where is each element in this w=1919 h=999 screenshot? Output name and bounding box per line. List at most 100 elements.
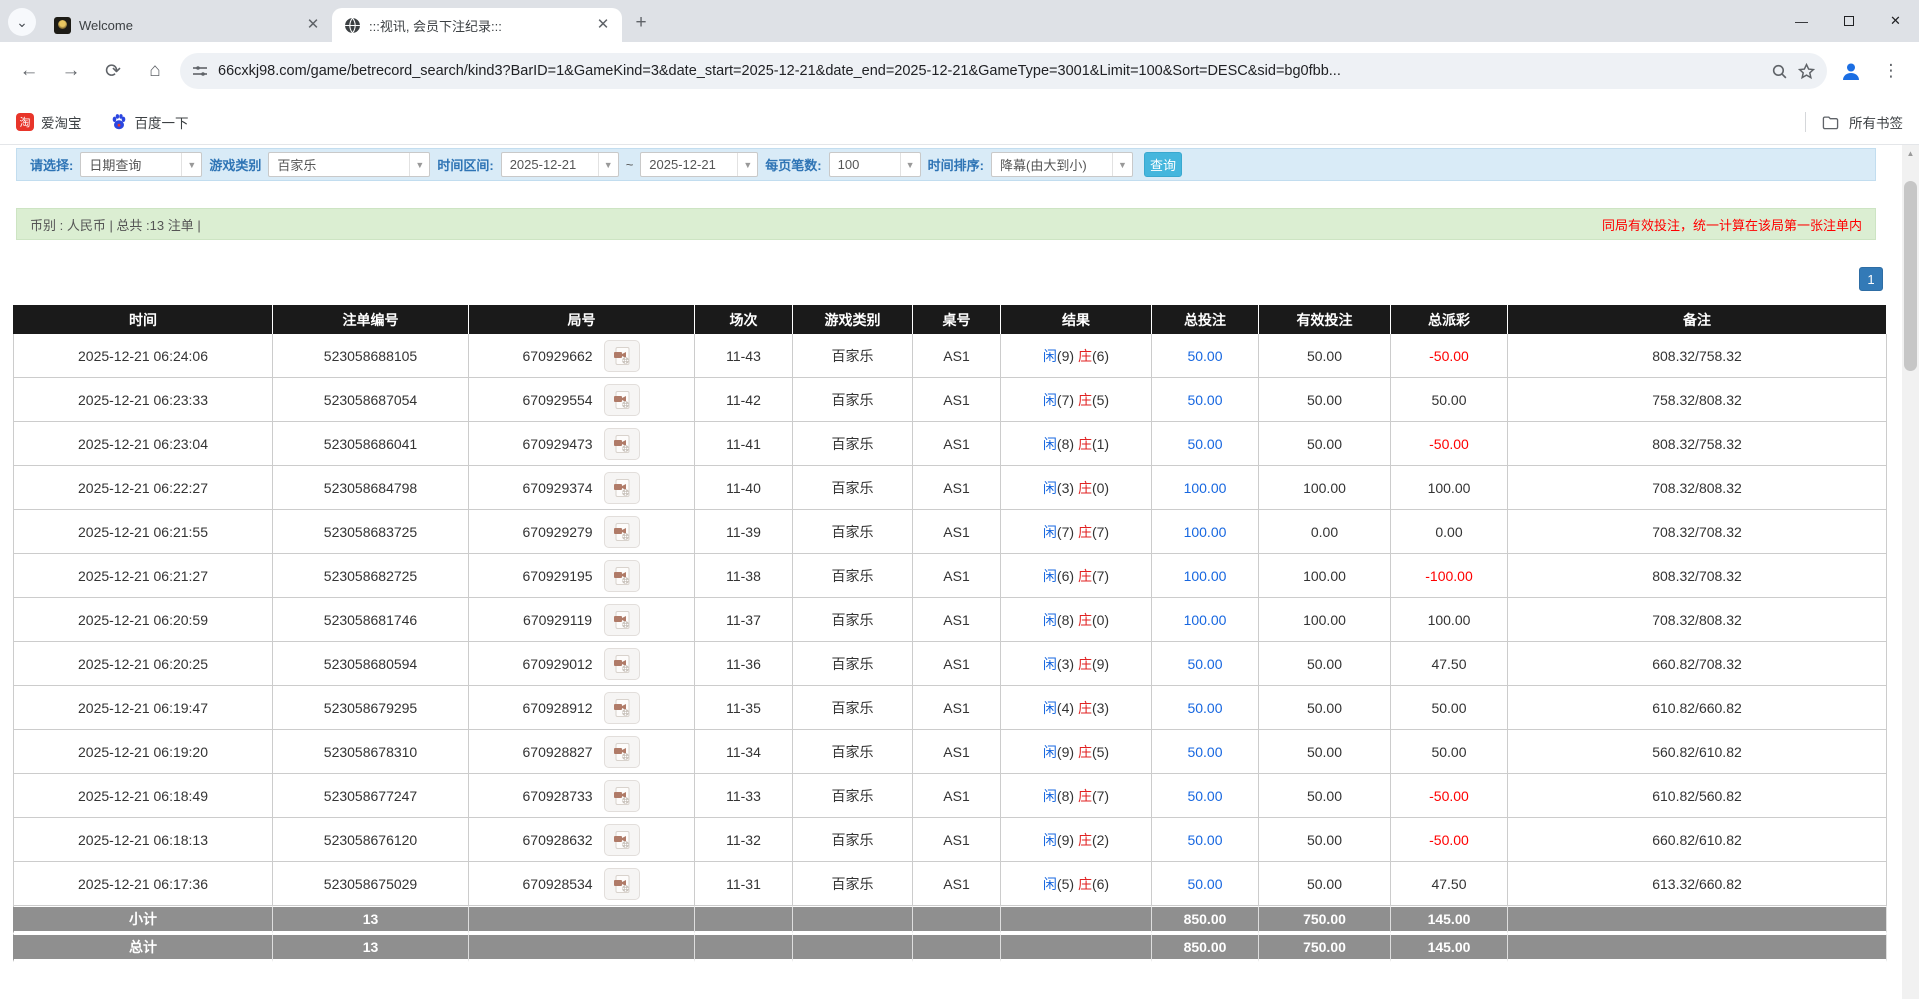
back-button[interactable]: ← <box>12 54 46 88</box>
page-size-value: 100 <box>838 157 894 172</box>
cell-note: 610.82/560.82 <box>1508 774 1887 818</box>
cell-valid-bet: 50.00 <box>1259 862 1391 906</box>
player-score: (9) <box>1057 348 1074 364</box>
page-size-select[interactable]: 100 ▼ <box>829 152 921 177</box>
video-replay-icon <box>612 346 632 366</box>
reload-button[interactable]: ⟳ <box>96 54 130 88</box>
home-button[interactable]: ⌂ <box>138 54 172 88</box>
cell-result[interactable]: 闲(7) 庄(5) <box>1001 378 1152 422</box>
cell-result[interactable]: 闲(9) 庄(2) <box>1001 818 1152 862</box>
total-total-bet: 850.00 <box>1152 934 1259 962</box>
new-tab-button[interactable]: + <box>626 8 656 38</box>
cell-total-bet[interactable]: 100.00 <box>1152 510 1259 554</box>
round-number: 670929119 <box>523 612 592 628</box>
bookmark-taobao[interactable]: 淘 爱淘宝 <box>16 112 82 132</box>
video-replay-icon <box>612 390 632 410</box>
cell-total-bet[interactable]: 50.00 <box>1152 378 1259 422</box>
video-replay-button[interactable] <box>604 824 640 856</box>
game-category-select[interactable]: 百家乐 ▼ <box>268 152 430 177</box>
all-bookmarks[interactable]: 所有书签 <box>1805 112 1903 132</box>
empty-cell <box>1508 934 1887 962</box>
video-replay-button[interactable] <box>604 604 640 636</box>
forward-button[interactable]: → <box>54 54 88 88</box>
banker-result: 庄 <box>1078 436 1092 452</box>
video-replay-button[interactable] <box>604 868 640 900</box>
video-replay-button[interactable] <box>604 472 640 504</box>
video-replay-button[interactable] <box>604 736 640 768</box>
cell-result[interactable]: 闲(4) 庄(3) <box>1001 686 1152 730</box>
video-replay-button[interactable] <box>604 560 640 592</box>
page-scrollbar[interactable]: ▲ <box>1902 145 1919 999</box>
query-mode-select[interactable]: 日期查询 ▼ <box>80 152 202 177</box>
time-sort-select[interactable]: 降幕(由大到小) ▼ <box>991 152 1133 177</box>
browser-menu-icon[interactable]: ⋮ <box>1875 55 1907 87</box>
column-header: 结果 <box>1001 305 1152 334</box>
close-window-button[interactable]: ✕ <box>1872 0 1919 42</box>
cell-total-bet[interactable]: 100.00 <box>1152 466 1259 510</box>
cell-total-bet[interactable]: 50.00 <box>1152 686 1259 730</box>
cell-total-bet[interactable]: 50.00 <box>1152 818 1259 862</box>
bookmark-baidu[interactable]: 百度一下 <box>110 112 189 132</box>
site-info-icon[interactable] <box>192 63 208 79</box>
profile-avatar-icon[interactable] <box>1835 55 1867 87</box>
date-end-select[interactable]: 2025-12-21 ▼ <box>640 152 758 177</box>
subtotal-count: 13 <box>273 906 469 934</box>
cell-total-bet[interactable]: 50.00 <box>1152 730 1259 774</box>
cell-table-number: AS1 <box>913 862 1001 906</box>
video-replay-button[interactable] <box>604 692 640 724</box>
address-bar[interactable]: 66cxkj98.com/game/betrecord_search/kind3… <box>180 53 1827 89</box>
cell-result[interactable]: 闲(3) 庄(9) <box>1001 642 1152 686</box>
cell-total-bet[interactable]: 50.00 <box>1152 334 1259 378</box>
minimize-button[interactable]: — <box>1778 0 1825 42</box>
tab-search-chevron-icon[interactable]: ⌄ <box>8 8 36 36</box>
page-1-button[interactable]: 1 <box>1859 267 1883 291</box>
cell-round: 670929119 <box>469 598 695 642</box>
date-start-select[interactable]: 2025-12-21 ▼ <box>501 152 619 177</box>
cell-total-bet[interactable]: 50.00 <box>1152 642 1259 686</box>
cell-result[interactable]: 闲(8) 庄(7) <box>1001 774 1152 818</box>
round-number: 670928632 <box>523 832 593 848</box>
cell-total-bet[interactable]: 50.00 <box>1152 422 1259 466</box>
cell-session: 11-31 <box>695 862 793 906</box>
search-button[interactable]: 查询 <box>1144 152 1182 177</box>
cell-total-bet[interactable]: 100.00 <box>1152 554 1259 598</box>
video-replay-button[interactable] <box>604 340 640 372</box>
video-replay-icon <box>612 478 632 498</box>
bookmark-star-icon[interactable] <box>1798 63 1815 80</box>
video-replay-button[interactable] <box>604 648 640 680</box>
cell-total-bet[interactable]: 100.00 <box>1152 598 1259 642</box>
subtotal-row: 小计 13 850.00 750.00 145.00 <box>13 906 1887 934</box>
cell-result[interactable]: 闲(3) 庄(0) <box>1001 466 1152 510</box>
tab-bet-records[interactable]: :::视讯, 会员下注纪录::: ✕ <box>332 8 622 42</box>
cell-result[interactable]: 闲(9) 庄(5) <box>1001 730 1152 774</box>
cell-result[interactable]: 闲(5) 庄(6) <box>1001 862 1152 906</box>
url-text[interactable]: 66cxkj98.com/game/betrecord_search/kind3… <box>218 63 1761 79</box>
cell-time: 2025-12-21 06:17:36 <box>13 862 273 906</box>
zoom-icon[interactable] <box>1771 63 1788 80</box>
video-replay-button[interactable] <box>604 516 640 548</box>
tab-close-icon[interactable]: ✕ <box>304 16 322 34</box>
maximize-button[interactable] <box>1825 0 1872 42</box>
tab-welcome[interactable]: Welcome ✕ <box>42 8 332 42</box>
video-replay-button[interactable] <box>604 384 640 416</box>
video-replay-button[interactable] <box>604 428 640 460</box>
cell-result[interactable]: 闲(6) 庄(7) <box>1001 554 1152 598</box>
cell-result[interactable]: 闲(7) 庄(7) <box>1001 510 1152 554</box>
cell-result[interactable]: 闲(8) 庄(1) <box>1001 422 1152 466</box>
player-score: (3) <box>1057 480 1074 496</box>
column-header: 场次 <box>695 305 793 334</box>
banker-result: 庄 <box>1078 392 1092 408</box>
scroll-up-icon[interactable]: ▲ <box>1902 145 1919 161</box>
cell-total-bet[interactable]: 50.00 <box>1152 774 1259 818</box>
video-replay-button[interactable] <box>604 780 640 812</box>
scrollbar-thumb[interactable] <box>1904 181 1917 371</box>
tab-close-icon[interactable]: ✕ <box>594 16 612 34</box>
cell-bet-id: 523058676120 <box>273 818 469 862</box>
cell-total-bet[interactable]: 50.00 <box>1152 862 1259 906</box>
cell-result[interactable]: 闲(9) 庄(6) <box>1001 334 1152 378</box>
cell-session: 11-35 <box>695 686 793 730</box>
banker-score: (3) <box>1092 700 1109 716</box>
date-range-label: 时间区间: <box>437 155 493 174</box>
video-replay-icon <box>612 566 632 586</box>
cell-result[interactable]: 闲(8) 庄(0) <box>1001 598 1152 642</box>
